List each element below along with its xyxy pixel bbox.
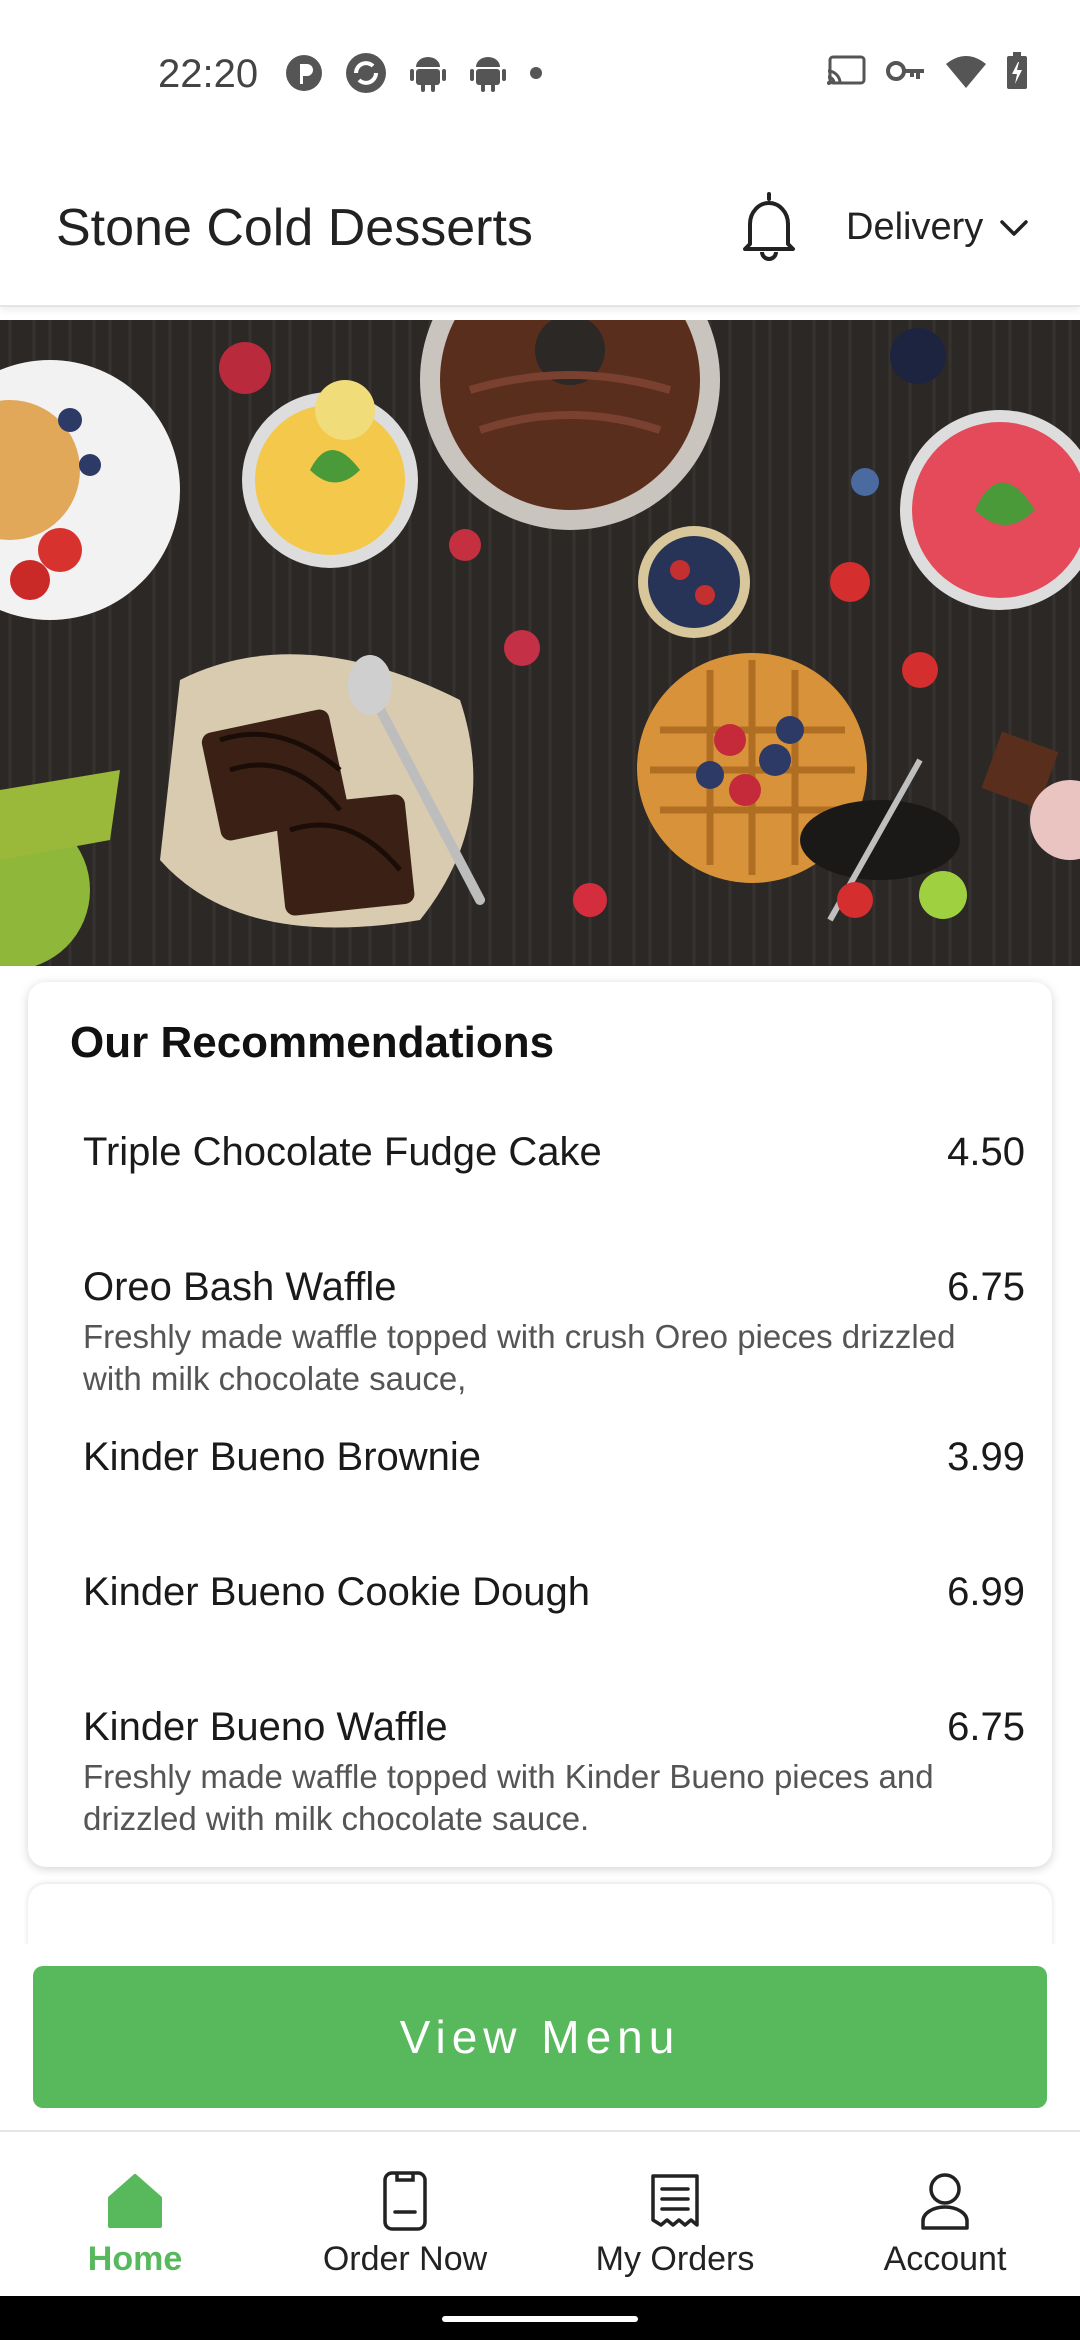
bottom-navigation: Home Order Now My Orders Account <box>0 2130 1080 2298</box>
nav-account-label: Account <box>883 2240 1007 2278</box>
delivery-label: Delivery <box>846 206 984 248</box>
item-price: 6.75 <box>947 1705 1025 1749</box>
dot-icon <box>530 67 542 79</box>
delivery-selector[interactable]: Delivery <box>846 206 1029 249</box>
nav-my-orders[interactable]: My Orders <box>540 2132 810 2298</box>
vpn-key-icon <box>886 61 924 81</box>
home-icon <box>108 2174 162 2228</box>
android-icon <box>410 57 446 92</box>
list-item[interactable]: Kinder Bueno Cookie Dough 6.99 <box>83 1570 1025 1615</box>
item-name: Kinder Bueno Cookie Dough <box>83 1570 591 1614</box>
list-item[interactable]: Triple Chocolate Fudge Cake 4.50 <box>83 1130 1025 1175</box>
item-name: Triple Chocolate Fudge Cake <box>83 1130 602 1174</box>
gesture-handle[interactable] <box>442 2316 638 2322</box>
bell-icon[interactable] <box>740 190 798 262</box>
view-menu-bar: View Menu <box>0 1944 1080 2130</box>
pinterest-icon <box>286 55 322 91</box>
chevron-down-icon <box>1000 219 1028 236</box>
battery-icon <box>1007 52 1027 89</box>
wifi-icon <box>946 56 986 88</box>
item-price: 3.99 <box>947 1435 1025 1479</box>
status-system-icons <box>826 52 1028 90</box>
nav-account[interactable]: Account <box>810 2132 1080 2298</box>
nav-home[interactable]: Home <box>0 2132 270 2298</box>
list-item[interactable]: Kinder Bueno Brownie 3.99 <box>83 1435 1025 1480</box>
gesture-navigation-bar <box>0 2296 1080 2340</box>
nav-order-now-label: Order Now <box>322 2240 488 2278</box>
nav-home-label: Home <box>87 2240 183 2278</box>
item-description: Freshly made waffle topped with crush Or… <box>83 1318 956 1397</box>
item-name: Oreo Bash Waffle <box>83 1265 397 1309</box>
item-description: Freshly made waffle topped with Kinder B… <box>83 1758 934 1837</box>
item-price: 6.75 <box>947 1265 1025 1309</box>
recommendations-title: Our Recommendations <box>70 1018 555 1067</box>
recommendations-card: Our Recommendations Triple Chocolate Fud… <box>28 982 1052 1867</box>
item-price: 4.50 <box>947 1130 1025 1174</box>
status-bar: 22:20 <box>0 0 1080 150</box>
android-icon <box>470 57 506 92</box>
user-icon <box>921 2173 969 2230</box>
view-menu-button[interactable]: View Menu <box>33 1966 1047 2108</box>
receipt-icon <box>383 2171 427 2231</box>
app-title: Stone Cold Desserts <box>56 199 533 257</box>
nav-my-orders-label: My Orders <box>595 2240 755 2278</box>
desserts-banner-image <box>0 320 1080 966</box>
item-name: Kinder Bueno Waffle <box>83 1705 448 1749</box>
status-notification-icons <box>285 52 543 94</box>
desserts-illustration <box>0 320 1080 966</box>
list-item[interactable]: Kinder Bueno Waffle 6.75 Freshly made wa… <box>83 1705 1025 1840</box>
status-time: 22:20 <box>158 52 259 96</box>
app-header: Stone Cold Desserts Delivery <box>0 150 1080 307</box>
sync-icon <box>346 53 386 93</box>
item-price: 6.99 <box>947 1570 1025 1614</box>
nav-order-now[interactable]: Order Now <box>270 2132 540 2298</box>
item-name: Kinder Bueno Brownie <box>83 1435 482 1479</box>
cast-icon <box>827 55 866 85</box>
list-item[interactable]: Oreo Bash Waffle 6.75 Freshly made waffl… <box>83 1265 1025 1400</box>
list-receipt-icon <box>651 2174 699 2227</box>
